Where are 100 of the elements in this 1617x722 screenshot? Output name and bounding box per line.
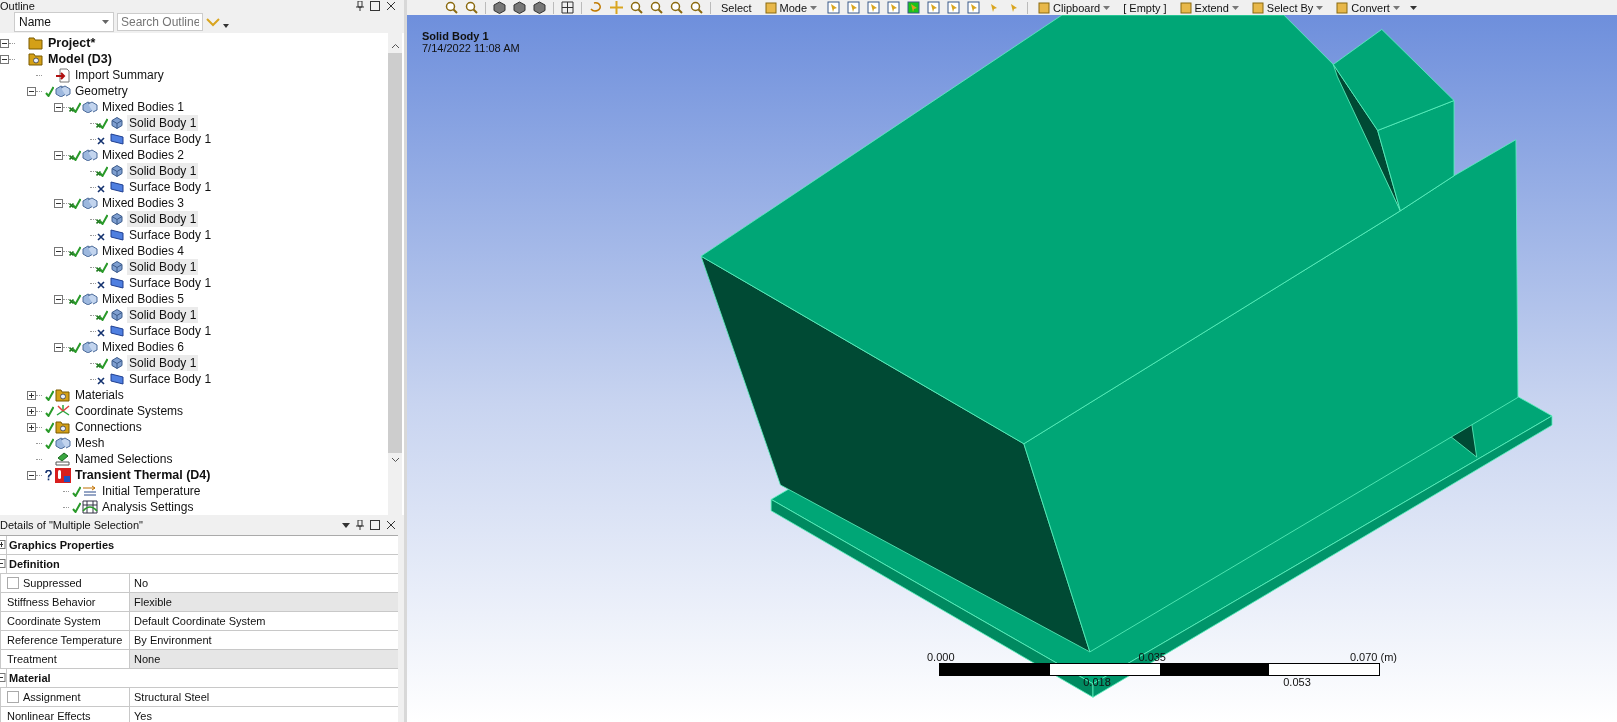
tree-item[interactable]: Coordinate Systems [73,403,186,419]
magnifier-icon[interactable] [670,1,683,14]
tree-item[interactable]: Model (D3) [46,51,114,67]
tree-item[interactable]: Materials [73,387,126,403]
parameter-checkbox[interactable] [7,577,19,589]
toolbar-menu[interactable]: Mode [761,1,821,14]
expand-toggle-icon[interactable] [54,198,63,208]
tree-item[interactable]: Mixed Bodies 4 [100,243,187,259]
property-value[interactable]: None [130,650,398,668]
panel-title: Outline [0,0,35,12]
tree-item[interactable]: Mixed Bodies 1 [100,99,187,115]
expand-toggle-icon[interactable] [27,406,36,416]
toolbar-menu[interactable]: Select [718,1,755,14]
tree-item[interactable]: Surface Body 1 [127,227,214,243]
tree-item[interactable]: Solid Body 1 [127,163,199,179]
selection-filter-icon[interactable] [907,1,921,14]
expand-toggle-icon[interactable] [0,559,6,568]
selection-filter-icon[interactable] [867,1,881,14]
toolbar-menu[interactable]: Extend [1176,1,1242,14]
magnifier-icon[interactable] [630,1,643,14]
tree-item[interactable]: Surface Body 1 [127,371,214,387]
toolbar-menu[interactable]: Convert [1333,1,1403,14]
maximize-icon[interactable] [370,1,380,11]
tree-item[interactable]: Mesh [73,435,107,451]
property-name: Treatment [7,653,57,665]
tree-item[interactable]: Named Selections [73,451,175,467]
scroll-up-icon[interactable] [390,43,400,49]
scroll-down-icon[interactable] [390,457,400,463]
tree-item[interactable]: Mixed Bodies 2 [100,147,187,163]
magnifier-icon[interactable] [465,1,478,14]
section-header[interactable]: Definition [6,555,398,573]
pin-icon[interactable] [356,520,364,530]
expand-toggle-icon[interactable] [54,102,63,112]
sort-dropdown[interactable]: Name [14,12,114,32]
selection-filter-icon[interactable] [947,1,961,14]
property-value[interactable]: Structural Steel [130,688,398,706]
expand-toggle-icon[interactable] [54,246,63,256]
tree-item[interactable]: Solid Body 1 [127,355,199,371]
tree-item[interactable]: Surface Body 1 [127,323,214,339]
parameter-checkbox[interactable] [7,691,19,703]
expand-toggle-icon[interactable] [0,38,9,48]
caret-icon[interactable] [1409,5,1417,10]
tree-item[interactable]: Initial Temperature [100,483,203,499]
tree-item[interactable]: Analysis Settings [100,499,196,515]
search-field[interactable]: Search Outline [117,13,203,31]
selection-filter-icon[interactable] [827,1,841,14]
expand-toggle-icon[interactable] [27,422,36,432]
property-value[interactable]: Flexible [130,593,398,611]
toolbar-menu[interactable]: Clipboard [1035,1,1114,14]
section-header[interactable]: Material [6,669,398,687]
expand-toggle-icon[interactable] [27,470,36,480]
magnifier-icon[interactable] [650,1,663,14]
expand-toggle-icon[interactable] [54,150,63,160]
maximize-icon[interactable] [370,520,380,530]
expand-toggle-icon[interactable] [54,294,63,304]
section-header[interactable]: Graphics Properties [6,536,398,554]
toolbar-menu[interactable]: [ Empty ] [1120,1,1170,14]
property-name: Stiffness Behavior [7,596,96,608]
expand-toggle-icon[interactable] [0,54,9,64]
toolbar-menu[interactable]: Select By [1248,1,1327,14]
tree-item[interactable]: Mixed Bodies 5 [100,291,187,307]
rotate-icon[interactable] [589,1,603,14]
property-value[interactable]: Yes [130,707,398,722]
tree-item[interactable]: Surface Body 1 [127,179,214,195]
tree-item[interactable]: Project* [46,35,98,51]
magnifier-icon[interactable] [445,1,458,14]
tree-item[interactable]: Geometry [73,83,130,99]
tree-item[interactable]: Solid Body 1 [127,115,199,131]
selection-filter-icon[interactable] [847,1,861,14]
expand-toggle-icon[interactable] [27,86,36,96]
tree-item[interactable]: Surface Body 1 [127,131,214,147]
close-icon[interactable] [386,520,396,530]
caret-icon[interactable] [342,522,350,528]
tree-item[interactable]: Mixed Bodies 3 [100,195,187,211]
tree-item[interactable]: Transient Thermal (D4) [73,467,213,483]
property-value[interactable]: No [130,574,398,592]
magnifier-icon[interactable] [690,1,703,14]
selection-filter-icon[interactable] [927,1,941,14]
expand-toggle-icon[interactable] [54,342,63,352]
tree-item[interactable]: Import Summary [73,67,166,83]
scrollbar-thumb[interactable] [388,53,402,453]
pin-icon[interactable] [356,1,364,11]
expand-toggle-icon[interactable] [27,390,36,400]
tree-item[interactable]: Solid Body 1 [127,259,199,275]
expand-toggle-icon[interactable] [0,540,6,549]
tree-item[interactable]: Connections [73,419,144,435]
selection-filter-icon[interactable] [967,1,981,14]
tree-item[interactable]: Mixed Bodies 6 [100,339,187,355]
cubes-icon [81,101,98,113]
expand-toggle-icon[interactable] [0,673,6,682]
tree-item[interactable]: Solid Body 1 [127,307,199,323]
property-value[interactable]: Default Coordinate System [130,612,398,630]
property-value[interactable]: By Environment [130,631,398,649]
grid-icon[interactable] [561,1,574,14]
selection-filter-icon[interactable] [887,1,901,14]
caret-icon [1103,5,1111,10]
close-icon[interactable] [386,1,396,11]
tree-item[interactable]: Surface Body 1 [127,275,214,291]
tree-item[interactable]: Solid Body 1 [127,211,199,227]
caret-icon[interactable] [223,24,229,28]
